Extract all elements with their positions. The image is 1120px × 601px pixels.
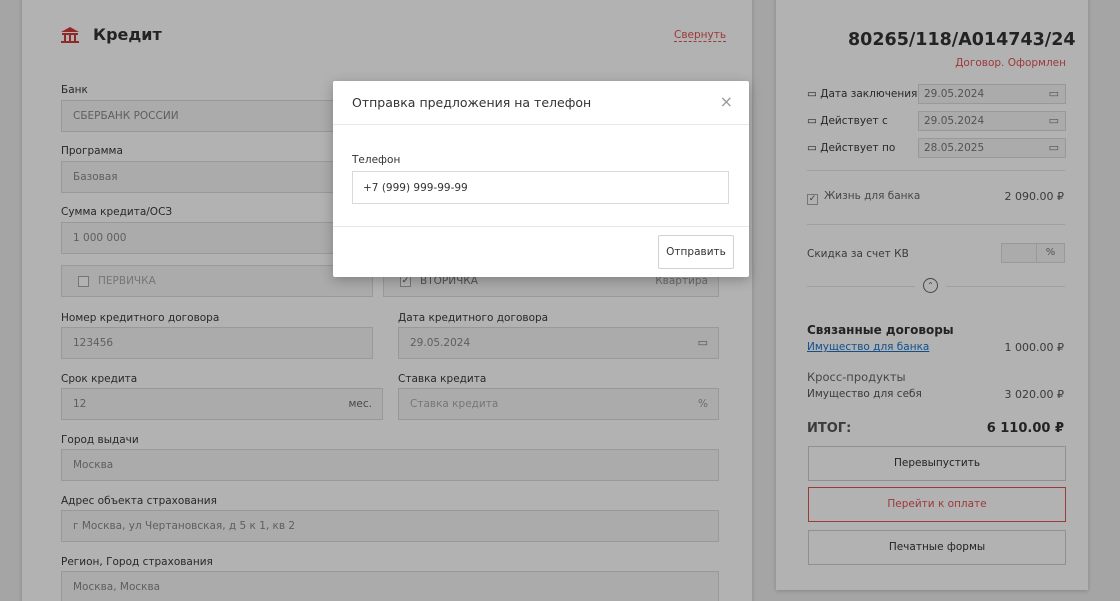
phone-input[interactable]: [352, 171, 729, 204]
modal-footer: Отправить: [333, 226, 749, 277]
phone-label: Телефон: [352, 154, 401, 166]
close-icon[interactable]: ×: [720, 92, 733, 111]
modal-header: Отправка предложения на телефон ×: [333, 81, 749, 125]
modal-title: Отправка предложения на телефон: [352, 95, 592, 110]
send-button[interactable]: Отправить: [658, 235, 734, 269]
send-offer-modal: Отправка предложения на телефон × Телефо…: [333, 81, 749, 277]
